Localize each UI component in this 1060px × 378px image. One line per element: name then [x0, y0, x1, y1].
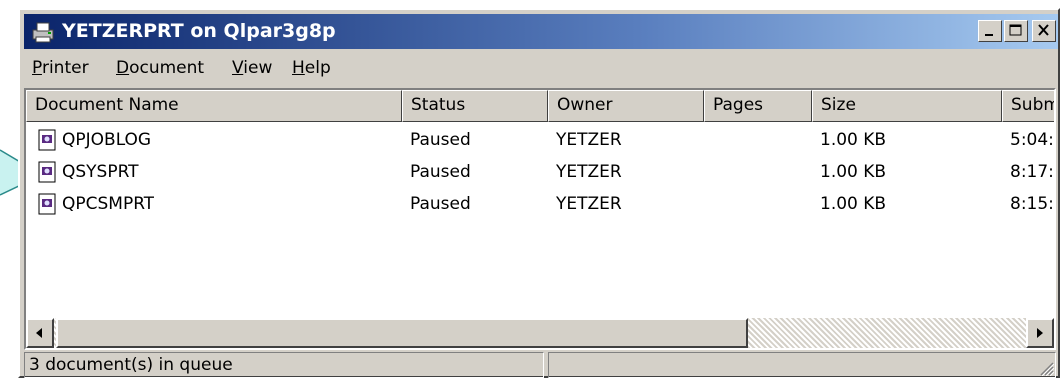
- close-button[interactable]: [1032, 20, 1056, 42]
- cell-document-name: QPJOBLOG: [62, 130, 152, 150]
- arrow-right-icon: [1037, 328, 1043, 338]
- resize-grip-icon[interactable]: [1038, 360, 1054, 376]
- cell-size: 1.00 KB: [820, 162, 887, 182]
- column-header-document-name[interactable]: Document Name: [26, 90, 402, 122]
- column-header-status[interactable]: Status: [402, 90, 548, 122]
- cell-submitted: 5:04:: [1010, 130, 1054, 150]
- print-job-icon: [38, 161, 56, 183]
- cell-status: Paused: [410, 130, 471, 150]
- scroll-left-button[interactable]: [26, 318, 54, 348]
- cell-owner: YETZER: [556, 194, 622, 214]
- status-pane-secondary: [548, 352, 1056, 378]
- cell-size: 1.00 KB: [820, 130, 887, 150]
- status-queue-count: 3 document(s) in queue: [24, 352, 544, 378]
- cell-submitted: 8:15:: [1010, 194, 1054, 214]
- maximize-icon: [1009, 24, 1022, 36]
- scroll-thumb[interactable]: [56, 318, 748, 348]
- menu-printer[interactable]: Printer: [32, 58, 89, 78]
- horizontal-scrollbar[interactable]: [26, 318, 1054, 348]
- window-title: YETZERPRT on Qlpar3g8p: [62, 20, 336, 42]
- cell-status: Paused: [410, 162, 471, 182]
- cell-status: Paused: [410, 194, 471, 214]
- close-icon: [1038, 24, 1049, 36]
- print-job-icon: [38, 193, 56, 215]
- maximize-button[interactable]: [1004, 20, 1028, 42]
- minimize-button[interactable]: [978, 20, 1002, 42]
- minimize-icon: [985, 34, 993, 36]
- menu-document[interactable]: Document: [116, 58, 204, 78]
- column-header-owner[interactable]: Owner: [548, 90, 704, 122]
- column-header-submitted[interactable]: Subm: [1002, 90, 1054, 122]
- status-bar: 3 document(s) in queue: [24, 352, 1056, 378]
- table-row[interactable]: QPCSMPRT Paused YETZER 1.00 KB 8:15:: [26, 190, 1054, 222]
- menu-bar: Printer Document View Help: [24, 52, 1058, 86]
- column-header-pages[interactable]: Pages: [704, 90, 812, 122]
- menu-view[interactable]: View: [232, 58, 272, 78]
- table-row[interactable]: QPJOBLOG Paused YETZER 1.00 KB 5:04:: [26, 126, 1054, 158]
- title-bar[interactable]: YETZERPRT on Qlpar3g8p: [24, 14, 1058, 49]
- scroll-right-button[interactable]: [1026, 318, 1054, 348]
- table-row[interactable]: QSYSPRT Paused YETZER 1.00 KB 8:17:: [26, 158, 1054, 190]
- printer-icon: [32, 22, 54, 43]
- cell-submitted: 8:17:: [1010, 162, 1054, 182]
- print-queue-window: YETZERPRT on Qlpar3g8p Printer Document …: [18, 8, 1060, 378]
- cell-owner: YETZER: [556, 130, 622, 150]
- column-header-size[interactable]: Size: [812, 90, 1002, 122]
- cell-document-name: QSYSPRT: [62, 162, 139, 182]
- document-list[interactable]: Document Name Status Owner Pages Size Su…: [24, 88, 1056, 350]
- cell-document-name: QPCSMPRT: [62, 194, 155, 214]
- cell-size: 1.00 KB: [820, 194, 887, 214]
- cell-owner: YETZER: [556, 162, 622, 182]
- arrow-left-icon: [36, 328, 42, 338]
- menu-help[interactable]: Help: [292, 58, 331, 78]
- print-job-icon: [38, 129, 56, 151]
